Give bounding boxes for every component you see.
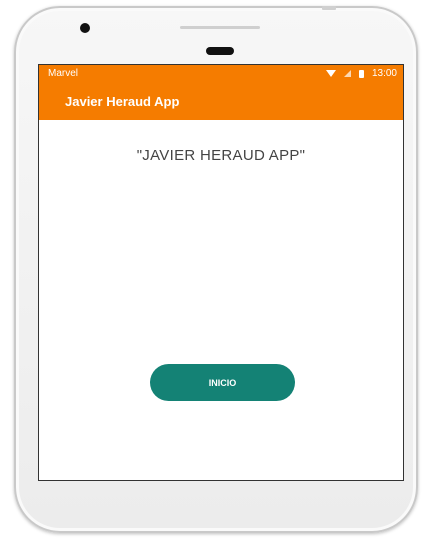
status-icons: 13:00 xyxy=(325,68,397,79)
phone-speaker xyxy=(206,47,234,55)
app-screen: Marvel 13:00 Javier Heraud App "JAVIER H… xyxy=(38,64,404,481)
battery-icon xyxy=(358,69,364,78)
status-bar: Marvel 13:00 xyxy=(39,65,403,83)
app-title: Javier Heraud App xyxy=(65,94,180,109)
headline-text: "JAVIER HERAUD APP" xyxy=(136,147,306,164)
status-carrier: Marvel xyxy=(48,68,79,79)
wifi-icon xyxy=(325,70,336,77)
phone-sensor-bar xyxy=(180,26,260,29)
signal-icon xyxy=(343,70,351,77)
front-camera xyxy=(80,23,90,33)
start-button[interactable]: INICIO xyxy=(150,364,295,401)
phone-side-button xyxy=(322,6,336,10)
status-time: 13:00 xyxy=(371,68,397,79)
app-bar: Javier Heraud App xyxy=(39,83,403,120)
